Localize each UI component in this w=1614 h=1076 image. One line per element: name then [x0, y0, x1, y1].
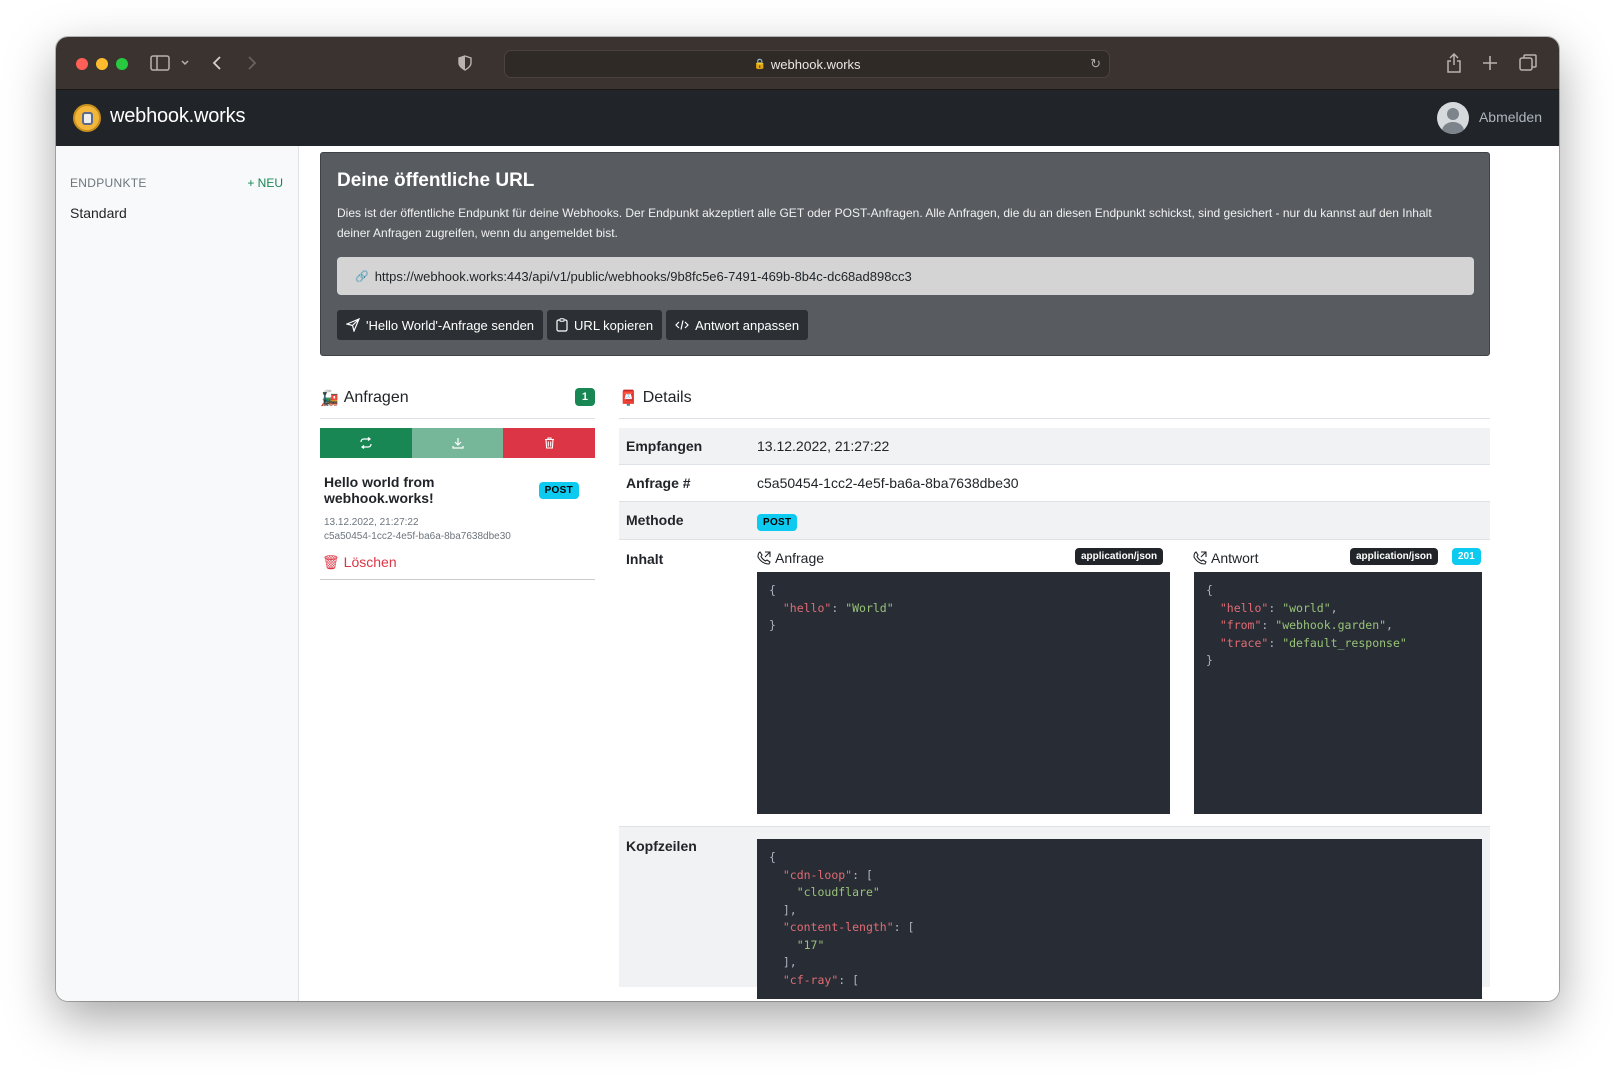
received-value: 13.12.2022, 21:27:22: [757, 438, 890, 454]
forward-icon[interactable]: [246, 51, 258, 75]
requests-title: 🚂 Anfragen: [320, 386, 595, 410]
back-icon[interactable]: [211, 51, 223, 75]
address-text: webhook.works: [770, 56, 861, 72]
request-number-label: Anfrage #: [626, 475, 691, 491]
brand-name[interactable]: webhook.works: [110, 105, 245, 128]
request-title: Hello world from webhook.works!: [324, 474, 435, 506]
row-request-number: Anfrage # c5a50454-1cc2-4e5f-ba6a-8ba763…: [619, 465, 1490, 502]
copy-url-button[interactable]: URL kopieren: [547, 310, 663, 340]
response-body-code: { "hello": "world", "from": "webhook.gar…: [1194, 572, 1482, 814]
request-timestamp: 13.12.2022, 21:27:22: [324, 517, 419, 528]
requests-panel: 🚂 Anfragen 1 Hello world from webhook.wo…: [320, 386, 596, 580]
download-button[interactable]: [411, 428, 504, 458]
public-url-field[interactable]: 🔗 https://webhook.works:443/api/v1/publi…: [337, 257, 1474, 295]
requests-icon: 🚂: [320, 390, 339, 407]
main-content: Deine öffentliche URL Dies ist der öffen…: [300, 146, 1559, 1001]
clipboard-icon: [556, 318, 568, 332]
request-actions: [320, 428, 596, 458]
row-received: Empfangen 13.12.2022, 21:27:22: [619, 428, 1490, 465]
download-icon: [451, 438, 464, 449]
request-body-header: Anfrage: [757, 550, 824, 566]
request-id: c5a50454-1cc2-4e5f-ba6a-8ba7638dbe30: [324, 531, 511, 542]
browser-window: 🔒 webhook.works ↻ webhook.works Abmelden…: [56, 37, 1559, 1001]
trash-icon: [544, 437, 554, 449]
content-label: Inhalt: [626, 551, 664, 567]
customize-response-label: Antwort anpassen: [695, 317, 800, 333]
reload-icon[interactable]: ↻: [1090, 56, 1101, 72]
logout-link[interactable]: Abmelden: [1479, 109, 1542, 125]
sidebar-heading: ENDPUNKTE: [70, 176, 147, 190]
delete-request-link[interactable]: 🗑 Löschen: [322, 554, 397, 571]
row-method: Methode POST: [619, 502, 1490, 540]
headers-label: Kopfzeilen: [626, 838, 697, 854]
divider: [619, 418, 1490, 419]
public-url-text: https://webhook.works:443/api/v1/public/…: [374, 268, 912, 284]
details-panel: 📮 Details Empfangen 13.12.2022, 21:27:22…: [619, 386, 1490, 999]
send-icon: [346, 318, 360, 332]
delete-all-button[interactable]: [503, 428, 596, 458]
request-list-item[interactable]: Hello world from webhook.works! POST 13.…: [320, 474, 595, 580]
details-title-text: Details: [642, 389, 692, 406]
received-label: Empfangen: [626, 438, 703, 454]
app-header: webhook.works Abmelden: [56, 90, 1559, 146]
tab-overview-icon[interactable]: [1519, 51, 1537, 75]
request-body-code: { "hello": "World" }: [757, 572, 1170, 814]
browser-toolbar: 🔒 webhook.works ↻: [56, 37, 1559, 90]
details-icon: 📮: [619, 390, 638, 407]
code-icon: [675, 320, 689, 330]
response-body-title: Antwort: [1211, 550, 1259, 566]
method-badge: POST: [538, 482, 579, 499]
trash-icon: 🗑: [322, 554, 340, 570]
lock-icon: 🔒: [753, 58, 766, 70]
method-label: Methode: [626, 512, 684, 528]
url-card-title: Deine öffentliche URL: [337, 170, 535, 191]
refresh-icon: [360, 437, 372, 449]
public-url-card: Deine öffentliche URL Dies ist der öffen…: [320, 152, 1490, 356]
copy-url-label: URL kopieren: [574, 317, 654, 333]
delete-request-label: Löschen: [343, 554, 397, 570]
new-tab-icon[interactable]: [1482, 51, 1498, 75]
logo-icon: [73, 104, 101, 132]
headers-code: { "cdn-loop": [ "cloudflare" ], "content…: [757, 839, 1482, 999]
request-body-title: Anfrage: [775, 550, 825, 566]
sidebar-item-standard[interactable]: Standard: [70, 205, 127, 221]
new-endpoint-button[interactable]: + NEU: [247, 176, 283, 190]
phone-icon: [757, 551, 771, 565]
row-headers: Kopfzeilen { "cdn-loop": [ "cloudflare" …: [619, 827, 1490, 999]
method-value-wrap: POST: [757, 512, 798, 531]
privacy-shield-icon[interactable]: [458, 51, 472, 75]
requests-title-text: Anfragen: [343, 389, 409, 406]
send-hello-world-button[interactable]: 'Hello World'-Anfrage senden: [337, 310, 544, 340]
refresh-button[interactable]: [320, 428, 412, 458]
avatar[interactable]: [1437, 102, 1469, 134]
sidebar: ENDPUNKTE + NEU Standard: [56, 146, 299, 1001]
sidebar-toggle-icon[interactable]: [150, 51, 170, 75]
link-icon: 🔗: [355, 270, 369, 283]
request-number-value: c5a50454-1cc2-4e5f-ba6a-8ba7638dbe30: [757, 475, 1019, 491]
zoom-window-button[interactable]: [116, 58, 128, 70]
url-actions: 'Hello World'-Anfrage senden URL kopiere…: [337, 310, 809, 340]
address-bar[interactable]: 🔒 webhook.works ↻: [504, 50, 1110, 78]
divider: [320, 418, 595, 419]
method-badge: POST: [757, 514, 798, 531]
details-title: 📮 Details: [619, 386, 1490, 410]
url-card-description: Dies ist der öffentliche Endpunkt für de…: [337, 206, 1432, 240]
request-count-badge: 1: [574, 388, 595, 406]
customize-response-button[interactable]: Antwort anpassen: [666, 310, 809, 340]
close-window-button[interactable]: [76, 58, 88, 70]
response-status-badge: 201: [1452, 548, 1481, 565]
row-content: Inhalt Anfrage application/json { "hello…: [619, 540, 1490, 827]
response-content-type-badge: application/json: [1350, 548, 1439, 565]
window-controls: [76, 58, 128, 70]
response-body-header: Antwort: [1193, 550, 1258, 566]
request-content-type-badge: application/json: [1075, 548, 1164, 565]
chevron-down-icon[interactable]: [180, 51, 190, 75]
share-icon[interactable]: [1446, 51, 1462, 75]
phone-icon: [1193, 551, 1207, 565]
minimize-window-button[interactable]: [96, 58, 108, 70]
send-hello-world-label: 'Hello World'-Anfrage senden: [366, 317, 535, 333]
